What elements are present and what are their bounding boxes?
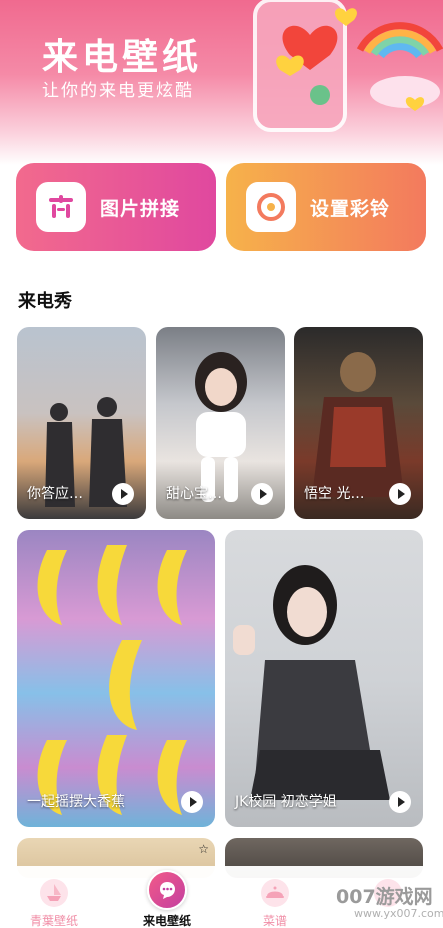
video-tile[interactable]: 悟空 光… xyxy=(294,327,423,519)
image-collage-label: 图片拼接 xyxy=(100,197,181,220)
video-tile[interactable]: JK校园 初恋学姐 xyxy=(225,530,423,827)
phone-call-icon xyxy=(147,870,187,910)
dish-icon xyxy=(261,879,289,907)
tile-caption: 甜心宝… xyxy=(166,486,222,502)
tile-caption: 一起摇摆大香蕉 xyxy=(27,794,125,810)
video-tile[interactable]: 你答应… xyxy=(17,327,146,519)
school-girl-image xyxy=(233,565,390,800)
tile-caption: 悟空 光… xyxy=(304,486,365,502)
nav-item-recipes[interactable]: 菜谱 xyxy=(225,866,325,928)
play-icon[interactable] xyxy=(181,791,203,813)
set-ringtone-label: 设置彩铃 xyxy=(310,197,391,220)
phone-heart-rainbow-illustration xyxy=(253,0,443,132)
nav-label: 菜谱 xyxy=(262,914,287,928)
page-title: 来电壁纸 xyxy=(42,37,203,78)
play-icon[interactable] xyxy=(389,483,411,505)
play-icon[interactable] xyxy=(112,483,134,505)
video-tile[interactable]: 一起摇摆大香蕉 xyxy=(17,530,215,827)
set-ringtone-button[interactable]: 设置彩铃 xyxy=(226,163,426,251)
watermark-url: www.yx007.com xyxy=(354,907,443,920)
play-icon[interactable] xyxy=(251,483,273,505)
nav-item-call-wallpaper[interactable]: 来电壁纸 xyxy=(117,866,217,928)
nav-item-wallpaper[interactable]: 青葉壁纸 xyxy=(4,866,104,928)
page-subtitle: 让你的来电更炫酷 xyxy=(42,81,194,101)
vinyl-disc-icon xyxy=(246,182,296,232)
tile-caption: JK校园 初恋学姐 xyxy=(235,794,337,810)
section-title: 来电秀 xyxy=(18,291,72,312)
tile-caption: 你答应… xyxy=(27,486,83,502)
watermark-logo: 007游戏网 xyxy=(336,886,433,908)
puzzle-grid-icon xyxy=(36,182,86,232)
image-collage-button[interactable]: 图片拼接 xyxy=(16,163,216,251)
star-icon: ☆ xyxy=(198,842,209,856)
nav-label: 来电壁纸 xyxy=(142,914,191,928)
dancing-banana-image xyxy=(37,545,187,815)
video-tile[interactable]: 甜心宝… xyxy=(156,327,285,519)
nav-label: 青葉壁纸 xyxy=(29,914,78,928)
header-banner: 来电壁纸 让你的来电更炫酷 xyxy=(0,0,443,165)
ship-icon xyxy=(40,879,68,907)
play-icon[interactable] xyxy=(389,791,411,813)
